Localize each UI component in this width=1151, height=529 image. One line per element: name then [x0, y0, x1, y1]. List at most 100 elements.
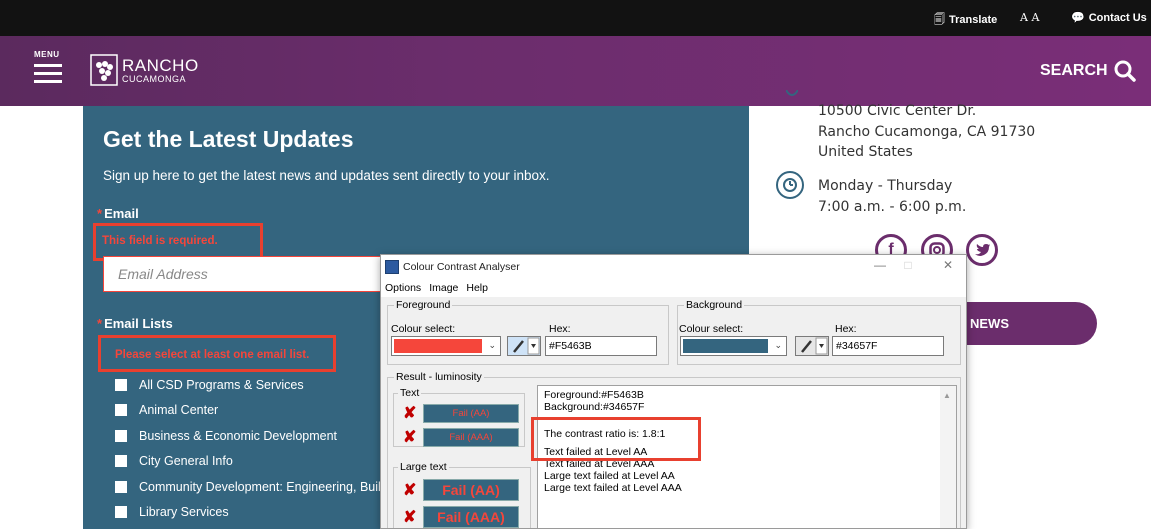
list-item-label: Community Development: Engineering, Buil… — [139, 479, 405, 494]
result-line-3: Large text failed at Level AA — [544, 470, 675, 482]
maximize-icon[interactable]: □ — [895, 258, 921, 276]
email-field[interactable] — [103, 256, 423, 292]
twitter-glyph — [975, 244, 990, 256]
menu-help[interactable]: Help — [466, 279, 488, 294]
hours-time: 7:00 a.m. - 6:00 p.m. — [818, 199, 967, 215]
bg-hex-label: Hex: — [835, 323, 857, 335]
twitter-icon[interactable] — [966, 234, 998, 266]
chat-bubble-icon: 💬 — [1071, 12, 1085, 24]
colour-contrast-analyser-window: Colour Contrast Analyser — □ ✕ Options Im… — [380, 254, 967, 529]
checkbox[interactable] — [115, 429, 127, 442]
large-text-fail-aaa-badge: Fail (AAA) — [423, 506, 519, 528]
list-item-label: All CSD Programs & Services — [139, 377, 304, 392]
checkbox[interactable] — [115, 480, 127, 493]
fg-hex-field[interactable] — [545, 336, 657, 356]
email-lists-label: * Email Lists — [97, 316, 173, 331]
scroll-up-icon[interactable]: ▲ — [943, 390, 951, 402]
menu-options[interactable]: Options — [385, 279, 421, 294]
signup-intro: Sign up here to get the latest news and … — [103, 168, 550, 183]
email-lists-label-text: Email Lists — [104, 316, 173, 331]
clock-icon — [776, 171, 804, 199]
map-pin-icon — [786, 90, 798, 96]
email-label: * Email — [97, 206, 139, 221]
menu-button[interactable]: MENU — [34, 50, 64, 90]
fg-colour-select[interactable]: ⌄ — [391, 336, 501, 356]
search-label: SEARCH — [1040, 62, 1108, 79]
title-bar: Colour Contrast Analyser — □ ✕ — [381, 255, 966, 279]
email-label-text: Email — [104, 206, 139, 221]
checkbox[interactable] — [115, 404, 127, 417]
grape-logo-icon — [90, 54, 118, 86]
text-size-control[interactable]: A A — [1020, 11, 1039, 24]
fail-x-icon: ✘ — [403, 405, 417, 422]
foreground-group-title: Foreground — [394, 299, 453, 311]
result-group-title: Result - luminosity — [394, 371, 484, 383]
contrast-ratio-callout — [531, 417, 701, 461]
result-scrollbar[interactable]: ▲ — [940, 386, 956, 528]
list-item[interactable]: Business & Economic Development — [115, 423, 404, 449]
eyedropper-icon — [801, 337, 828, 355]
fail-x-icon: ✘ — [403, 509, 417, 526]
background-group-title: Background — [684, 299, 745, 311]
list-item[interactable]: Community Development: Engineering, Buil… — [115, 474, 404, 500]
bg-colour-select[interactable]: ⌄ — [680, 336, 787, 356]
window-title: Colour Contrast Analyser — [403, 261, 520, 273]
translate-link[interactable]: 🗐 Translate — [934, 11, 997, 30]
bg-hex-field[interactable] — [832, 336, 944, 356]
checkbox[interactable] — [115, 378, 127, 391]
list-item-label: Animal Center — [139, 403, 219, 418]
utility-bar: 🗐 Translate A A 💬 Contact Us — [0, 0, 1151, 36]
required-asterisk: * — [97, 316, 103, 331]
text-fail-aaa-badge: Fail (AAA) — [423, 427, 519, 447]
result-foreground-line: Foreground:#F5463B — [544, 389, 644, 401]
text-aaa-result: ✘ Fail (AAA) — [403, 427, 519, 447]
menu-label: MENU — [34, 50, 60, 59]
list-item-label: City General Info — [139, 454, 233, 469]
hamburger-icon — [34, 64, 62, 67]
search-button[interactable]: SEARCH — [1040, 60, 1136, 82]
contact-us-link[interactable]: 💬 Contact Us — [1071, 11, 1147, 24]
bg-eyedropper-button[interactable] — [795, 336, 829, 356]
list-item[interactable]: All CSD Programs & Services — [115, 372, 404, 398]
large-text-fail-aa-badge: Fail (AA) — [423, 479, 519, 501]
checkbox[interactable] — [115, 506, 127, 519]
fg-colour-select-label: Colour select: — [391, 323, 456, 335]
hamburger-icon-bar — [34, 72, 62, 75]
list-item[interactable]: City General Info — [115, 449, 404, 475]
fg-swatch — [394, 339, 482, 353]
text-fail-aa-badge: Fail (AA) — [423, 403, 519, 423]
site-logo[interactable]: RANCHO CUCAMONGA — [90, 50, 199, 90]
chevron-down-icon: ⌄ — [774, 340, 782, 350]
email-lists: All CSD Programs & Services Animal Cente… — [115, 372, 404, 525]
menu-bar: Options Image Help — [381, 279, 966, 297]
list-item[interactable]: Library Services — [115, 500, 404, 526]
checkbox[interactable] — [115, 455, 127, 468]
email-lists-error-callout — [98, 335, 336, 372]
app-icon — [385, 260, 399, 274]
address-line-3: United States — [818, 144, 913, 160]
large-text-group-title: Large text — [398, 461, 449, 473]
list-item-label: Library Services — [139, 505, 229, 520]
address-line-1: 10500 Civic Center Dr. — [818, 103, 977, 119]
list-item[interactable]: Animal Center — [115, 398, 404, 424]
fg-hex-label: Hex: — [549, 323, 571, 335]
bg-colour-select-label: Colour select: — [679, 323, 744, 335]
result-background-line: Background:#34657F — [544, 401, 645, 413]
address-line-2: Rancho Cucamonga, CA 91730 — [818, 124, 1036, 140]
bg-swatch — [683, 339, 768, 353]
required-asterisk: * — [97, 206, 103, 221]
logo-text-rancho: RANCHO — [122, 55, 199, 75]
menu-image[interactable]: Image — [429, 279, 458, 294]
minimize-icon[interactable]: — — [867, 258, 893, 276]
translate-label: Translate — [949, 14, 998, 26]
chevron-down-icon: ⌄ — [488, 340, 496, 350]
logo-text-cucamonga: CUCAMONGA — [122, 73, 187, 84]
text-aa-result: ✘ Fail (AA) — [403, 403, 519, 423]
close-icon[interactable]: ✕ — [935, 258, 961, 276]
text-group-title: Text — [398, 387, 422, 399]
clock-hands — [783, 178, 797, 192]
list-item-label: Business & Economic Development — [139, 428, 338, 443]
fg-eyedropper-button[interactable] — [507, 336, 541, 356]
hamburger-icon-bar — [34, 80, 62, 83]
fail-x-icon: ✘ — [403, 482, 417, 499]
